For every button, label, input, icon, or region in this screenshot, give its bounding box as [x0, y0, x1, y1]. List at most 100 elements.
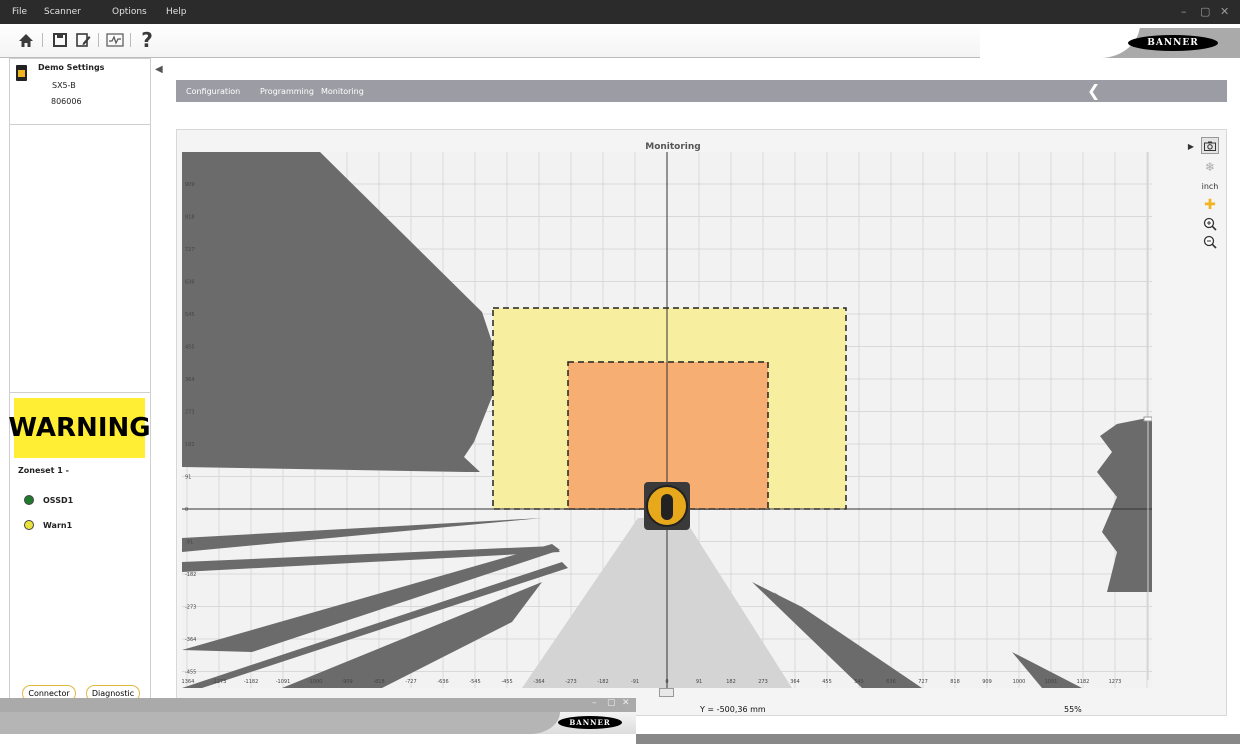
- y-tick-label: 364: [185, 377, 195, 383]
- x-tick-label: -636: [437, 679, 448, 685]
- y-tick-label: 182: [185, 442, 195, 448]
- scanner-device-icon[interactable]: [644, 482, 690, 530]
- zoom-level: 55%: [1064, 705, 1082, 714]
- tab-programming[interactable]: Programming: [260, 87, 314, 96]
- x-tick-label: -818: [373, 679, 384, 685]
- x-tick-label: 909: [982, 679, 992, 685]
- x-tick-label: -455: [501, 679, 512, 685]
- x-tick-label: 455: [822, 679, 832, 685]
- tab-configuration[interactable]: Configuration: [186, 87, 240, 96]
- x-tick-label: 545: [854, 679, 864, 685]
- home-icon[interactable]: [15, 29, 37, 51]
- x-tick-label: -1182: [244, 679, 259, 685]
- x-tick-label: -91: [631, 679, 639, 685]
- edit-document-icon[interactable]: [72, 29, 94, 51]
- toolbar-separator: [42, 33, 43, 47]
- x-tick-label: -1091: [276, 679, 291, 685]
- close-button[interactable]: ✕: [1220, 5, 1229, 18]
- x-tick-label: -273: [565, 679, 576, 685]
- device-model: SX5-B: [52, 81, 76, 90]
- menu-help[interactable]: Help: [166, 7, 187, 17]
- warning-indicator: WARNING: [8, 398, 151, 458]
- zoneset-label: Zoneset 1 -: [18, 466, 69, 475]
- x-tick-label: 364: [790, 679, 800, 685]
- pan-move-icon[interactable]: ✚: [1201, 196, 1219, 213]
- x-tick-label: 1273: [1109, 679, 1122, 685]
- second-window-close-button[interactable]: ✕: [622, 698, 630, 708]
- camera-icon[interactable]: [1201, 137, 1219, 154]
- x-tick-label: 0: [665, 679, 668, 685]
- second-window-banner-logo: BANNER: [558, 716, 622, 729]
- second-window-toolbar-curve: [0, 712, 560, 734]
- y-tick-label: 91: [185, 475, 191, 481]
- unit-toggle[interactable]: inch: [1201, 178, 1219, 195]
- y-tick-label: 273: [185, 410, 195, 416]
- y-tick-label: 545: [185, 312, 195, 318]
- second-window-minimize-button[interactable]: –: [592, 698, 597, 708]
- menu-scanner[interactable]: Scanner: [44, 7, 81, 17]
- x-tick-label: 1000: [1013, 679, 1026, 685]
- bottom-status-strip: [636, 734, 1240, 744]
- cursor-position-readout: Y = -500,36 mm: [700, 705, 766, 714]
- device-card[interactable]: Demo Settings SX5-B 806006: [9, 58, 151, 124]
- second-window-titlebar: – ▢ ✕: [0, 698, 636, 712]
- y-tick-label: 818: [185, 215, 195, 221]
- y-tick-label: 909: [185, 182, 195, 188]
- x-tick-label: -545: [469, 679, 480, 685]
- menu-file[interactable]: File: [12, 7, 27, 17]
- second-window-body: [0, 734, 636, 744]
- y-tick-label: -91: [185, 540, 193, 546]
- save-icon[interactable]: [49, 29, 71, 51]
- x-tick-label: -909: [341, 679, 352, 685]
- y-tick-label: 727: [185, 247, 195, 253]
- y-tick-label: -273: [185, 605, 196, 611]
- device-name: Demo Settings: [38, 63, 105, 72]
- nav-bar: Configuration Programming Monitoring: [176, 80, 1227, 102]
- scanner-device-icon: [16, 65, 27, 81]
- tab-monitoring[interactable]: Monitoring: [321, 87, 364, 96]
- y-tick-label: 0: [185, 507, 188, 513]
- x-tick-label: -727: [405, 679, 416, 685]
- y-tick-label: 636: [185, 280, 195, 286]
- x-tick-label: -1273: [212, 679, 227, 685]
- restore-button[interactable]: ▢: [1200, 5, 1210, 18]
- x-tick-label: 636: [886, 679, 896, 685]
- x-tick-label: 818: [950, 679, 960, 685]
- x-tick-label: 1091: [1045, 679, 1058, 685]
- zoom-out-icon[interactable]: [1201, 233, 1219, 250]
- collapse-panel-arrow-icon[interactable]: ◀: [155, 64, 163, 75]
- vertical-scrollbar-thumb[interactable]: [1143, 416, 1152, 422]
- toolbar-separator: [130, 33, 131, 47]
- help-icon[interactable]: ?: [136, 28, 158, 52]
- x-tick-label: 182: [726, 679, 736, 685]
- horizontal-scrollbar-thumb[interactable]: [659, 688, 674, 697]
- device-serial: 806006: [51, 97, 82, 106]
- freeze-icon[interactable]: ❄: [1201, 158, 1219, 175]
- y-tick-label: 455: [185, 345, 195, 351]
- x-tick-label: 273: [758, 679, 768, 685]
- minimize-button[interactable]: –: [1181, 5, 1187, 18]
- back-chevron-icon[interactable]: ❮: [1087, 81, 1100, 100]
- warn1-led-icon: [24, 520, 34, 530]
- zoom-in-icon[interactable]: [1201, 215, 1219, 232]
- banner-logo: BANNER: [1128, 35, 1218, 51]
- y-tick-label: -455: [185, 670, 196, 676]
- plot-title: Monitoring: [645, 142, 701, 152]
- y-tick-label: -364: [185, 637, 196, 643]
- monitor-graph-icon[interactable]: [104, 29, 126, 51]
- menu-options[interactable]: Options: [112, 7, 147, 17]
- ossd1-led-icon: [24, 495, 34, 505]
- x-tick-label: -364: [533, 679, 544, 685]
- scan-field-plot[interactable]: 909 818 727 636 545 455 364 273 182 91 0 -91 -182 -27…: [182, 152, 1152, 688]
- collapse-tools-arrow-icon[interactable]: ▶: [1185, 138, 1197, 155]
- second-window-restore-button[interactable]: ▢: [607, 698, 616, 708]
- x-tick-label: 91: [696, 679, 702, 685]
- toolbar-separator: [98, 33, 99, 47]
- x-tick-label: 1182: [1077, 679, 1090, 685]
- ossd1-label: OSSD1: [43, 496, 74, 505]
- x-tick-label: -1364: [182, 679, 194, 685]
- warn1-label: Warn1: [43, 521, 73, 530]
- menu-bar: File Scanner Options Help – ▢ ✕: [0, 0, 1240, 24]
- x-tick-label: 727: [918, 679, 928, 685]
- toolbar-curve: [980, 24, 1140, 58]
